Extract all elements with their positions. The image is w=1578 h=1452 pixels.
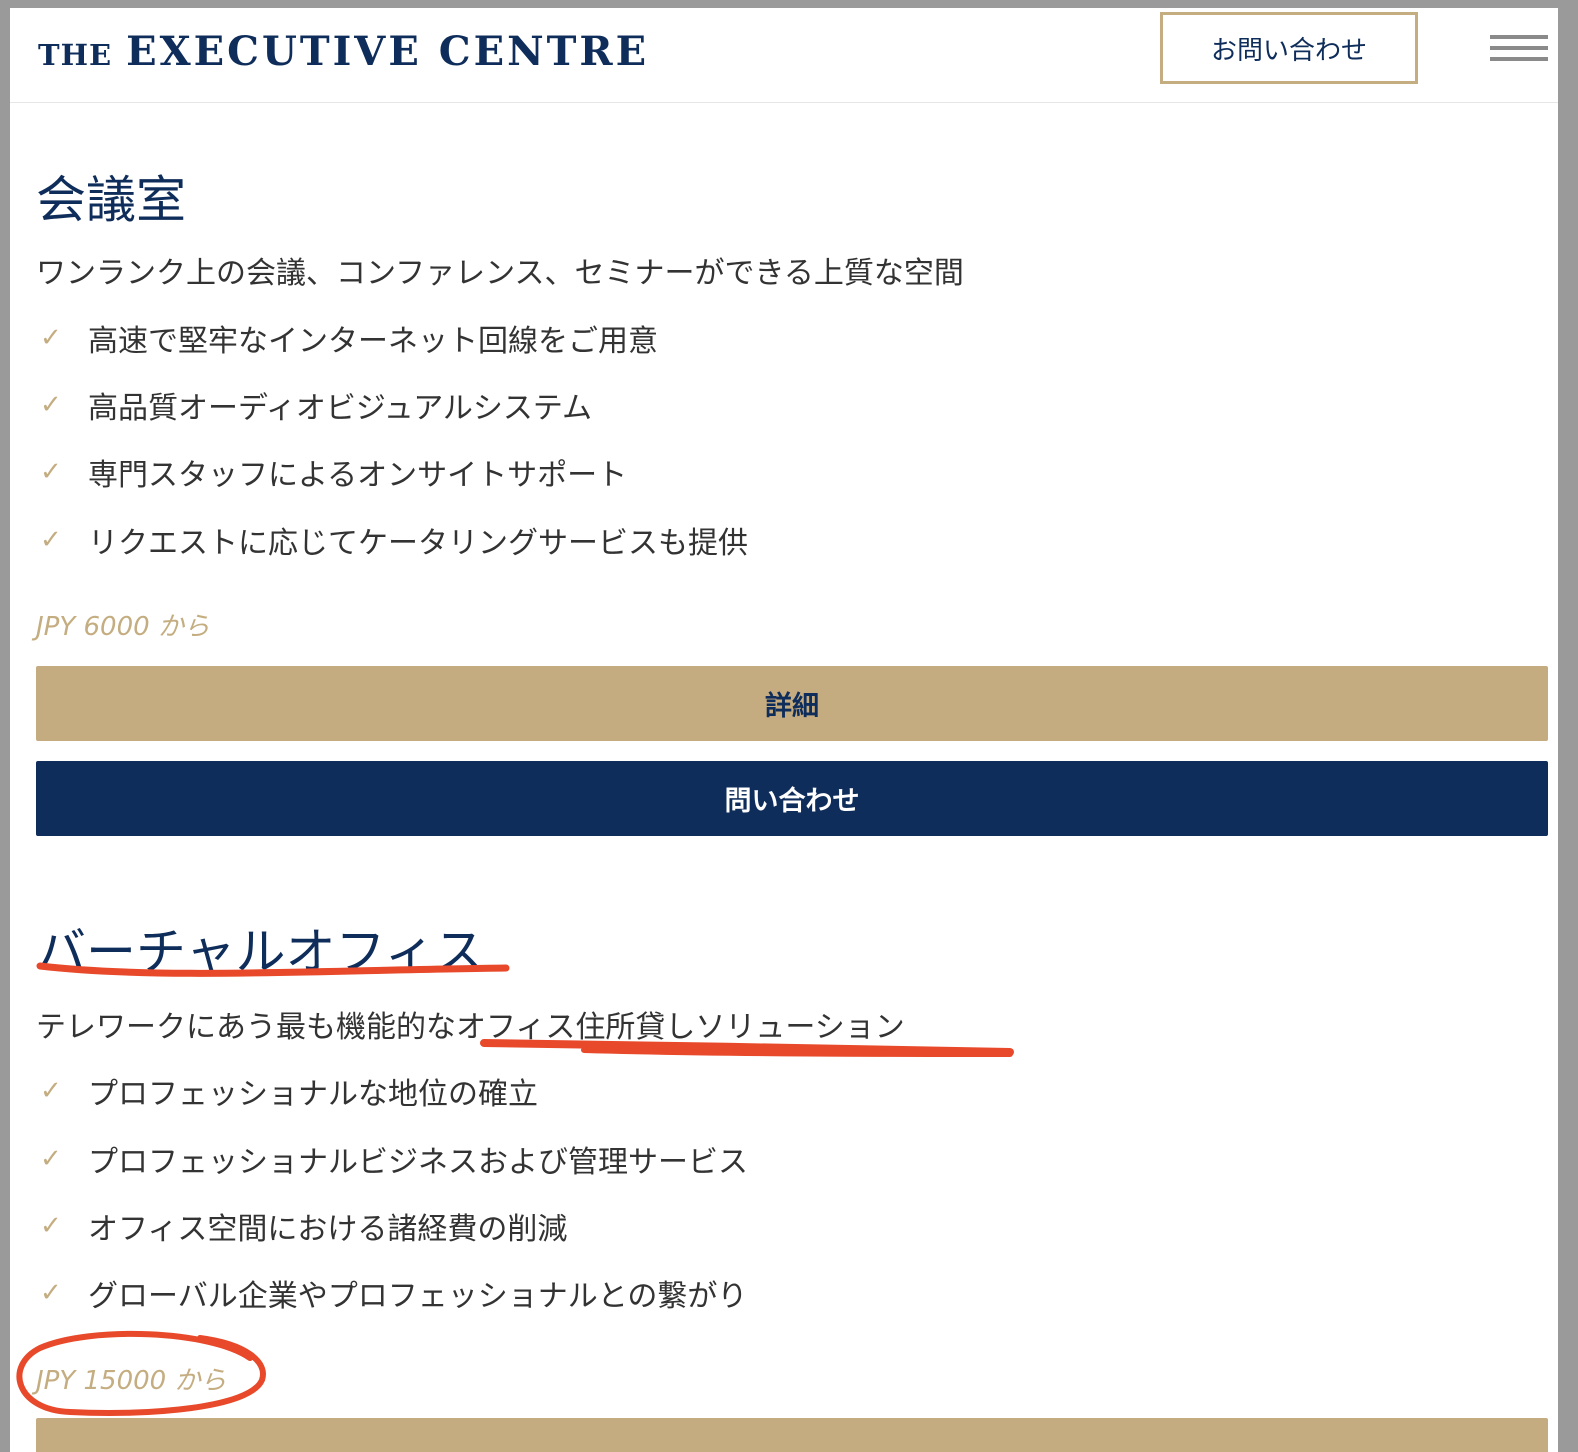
check-icon: ✓	[40, 1144, 62, 1174]
hamburger-menu-icon[interactable]	[1490, 35, 1548, 69]
check-icon: ✓	[40, 323, 62, 353]
price-label: JPY 6000 から	[36, 612, 210, 642]
check-icon: ✓	[40, 525, 62, 555]
check-icon: ✓	[40, 457, 62, 487]
feature-item: ✓ オフィス空間における諸経費の削減	[36, 1206, 568, 1247]
header-contact-button[interactable]: お問い合わせ	[1160, 12, 1418, 84]
feature-text: リクエストに応じてケータリングサービスも提供	[88, 526, 748, 561]
feature-text: プロフェッショナルな地位の確立	[88, 1077, 538, 1112]
feature-item: ✓ 高速で堅牢なインターネット回線をご用意	[36, 318, 658, 359]
feature-item: ✓ グローバル企業やプロフェッショナルとの繋がり	[36, 1273, 748, 1314]
detail-button[interactable]	[36, 1418, 1548, 1452]
feature-item: ✓ プロフェッショナルな地位の確立	[36, 1071, 538, 1112]
check-icon: ✓	[40, 1076, 62, 1106]
site-logo[interactable]: THE EXECUTIVE CENTRE	[38, 28, 649, 75]
logo-main: EXECUTIVE CENTRE	[126, 28, 650, 75]
check-icon: ✓	[40, 1278, 62, 1308]
feature-item: ✓ プロフェッショナルビジネスおよび管理サービス	[36, 1139, 748, 1180]
site-header: THE EXECUTIVE CENTRE お問い合わせ	[10, 8, 1558, 103]
check-icon: ✓	[40, 1211, 62, 1241]
check-icon: ✓	[40, 390, 62, 420]
logo-the: THE	[38, 38, 113, 72]
detail-button[interactable]: 詳細	[36, 666, 1548, 741]
feature-text: グローバル企業やプロフェッショナルとの繋がり	[88, 1279, 748, 1314]
section-title: バーチャルオフィス	[36, 923, 485, 981]
price-label: JPY 15000 から	[36, 1366, 227, 1396]
feature-text: 高速で堅牢なインターネット回線をご用意	[88, 324, 658, 359]
section-title: 会議室	[36, 171, 186, 229]
feature-text: プロフェッショナルビジネスおよび管理サービス	[88, 1145, 748, 1180]
section-subtitle: ワンランク上の会議、コンファレンス、セミナーができる上質な空間	[36, 256, 964, 291]
feature-item: ✓ 専門スタッフによるオンサイトサポート	[36, 452, 628, 493]
page-frame: THE EXECUTIVE CENTRE お問い合わせ 会議室 ワンランク上の会議…	[10, 8, 1558, 1452]
feature-item: ✓ 高品質オーディオビジュアルシステム	[36, 385, 592, 426]
feature-text: オフィス空間における諸経費の削減	[88, 1212, 568, 1247]
contact-button[interactable]: 問い合わせ	[36, 761, 1548, 836]
section-subtitle: テレワークにあう最も機能的なオフィス住所貸しソリューション	[36, 1010, 905, 1045]
feature-text: 専門スタッフによるオンサイトサポート	[88, 458, 628, 493]
subtitle-underline-annotation-2	[581, 1047, 1013, 1057]
feature-text: 高品質オーディオビジュアルシステム	[88, 391, 592, 426]
feature-item: ✓ リクエストに応じてケータリングサービスも提供	[36, 520, 748, 561]
